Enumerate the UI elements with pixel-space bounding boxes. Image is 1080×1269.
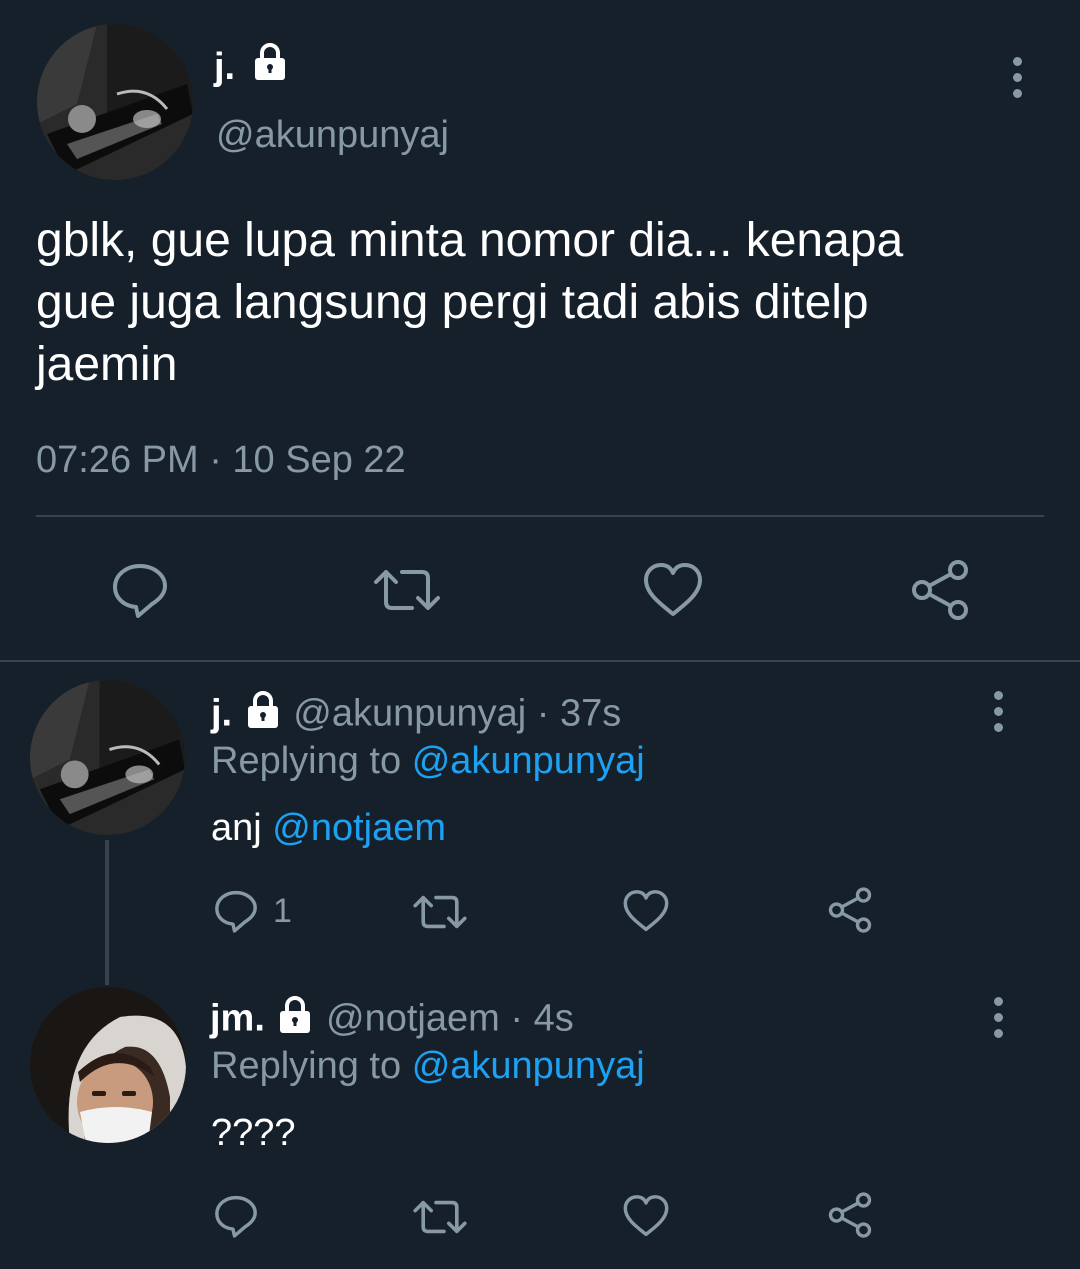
tweet-text: ???? <box>211 1110 296 1156</box>
handle[interactable]: @notjaem <box>326 998 500 1040</box>
time[interactable]: 37s <box>560 693 621 735</box>
timestamp[interactable]: 07:26 PM · 10 Sep 22 <box>36 436 406 484</box>
lock-icon <box>243 690 283 741</box>
reply-header: j. @akunpunyaj · 37s <box>211 690 621 741</box>
handle[interactable]: @akunpunyaj <box>216 112 449 158</box>
retweet-icon[interactable] <box>372 560 442 620</box>
avatar[interactable] <box>30 680 185 835</box>
replying-to: Replying to @akunpunyaj <box>211 1043 645 1089</box>
share-icon[interactable] <box>826 886 874 934</box>
avatar-image <box>30 987 186 1143</box>
time[interactable]: 4s <box>534 998 574 1040</box>
like-icon[interactable] <box>622 888 670 934</box>
tweet-text: gblk, gue lupa minta nomor dia... kenapa… <box>36 210 1046 396</box>
separator: · <box>536 692 550 735</box>
handle[interactable]: @akunpunyaj <box>293 693 526 735</box>
more-options-icon[interactable] <box>991 691 1005 732</box>
tweet-text-line: gblk, gue lupa minta nomor dia... kenapa <box>36 214 904 267</box>
share-icon[interactable] <box>908 558 972 622</box>
tweet-text-line: gue juga langsung pergi tadi abis ditelp <box>36 276 869 329</box>
avatar[interactable] <box>30 987 186 1143</box>
avatar-image <box>37 24 193 180</box>
like-icon[interactable] <box>622 1193 670 1239</box>
retweet-icon[interactable] <box>412 888 468 936</box>
like-icon[interactable] <box>642 560 704 620</box>
share-icon[interactable] <box>826 1191 874 1239</box>
replying-mention[interactable]: @akunpunyaj <box>412 740 645 782</box>
section-divider <box>0 660 1080 662</box>
avatar[interactable] <box>37 24 193 180</box>
more-options-icon[interactable] <box>991 997 1005 1038</box>
reply-icon[interactable] <box>213 1193 259 1239</box>
tweet-text: anj @notjaem <box>211 805 446 851</box>
reply-action[interactable]: 1 <box>213 888 292 934</box>
tweet-text-body: anj <box>211 807 262 849</box>
replying-mention[interactable]: @akunpunyaj <box>412 1045 645 1087</box>
display-name[interactable]: j. <box>211 693 232 735</box>
tweet-text-line: jaemin <box>36 338 178 391</box>
reply-icon[interactable] <box>213 888 259 934</box>
display-name[interactable]: j. <box>214 46 235 88</box>
divider <box>36 515 1044 517</box>
replying-label: Replying to <box>211 740 402 782</box>
avatar-image <box>30 680 185 835</box>
tweet-text-body: ???? <box>211 1112 296 1154</box>
lock-icon <box>250 42 290 95</box>
reply-icon[interactable] <box>110 560 170 620</box>
display-name-row[interactable]: j. <box>214 42 290 95</box>
reply-count: 1 <box>273 891 292 930</box>
reply-header: jm. @notjaem · 4s <box>210 995 574 1046</box>
display-name[interactable]: jm. <box>210 998 265 1040</box>
lock-icon <box>275 995 315 1046</box>
thread-line <box>105 840 109 985</box>
more-options-icon[interactable] <box>1010 57 1024 98</box>
replying-label: Replying to <box>211 1045 402 1087</box>
separator: · <box>510 997 524 1040</box>
replying-to: Replying to @akunpunyaj <box>211 738 645 784</box>
retweet-icon[interactable] <box>412 1193 468 1241</box>
mention[interactable]: @notjaem <box>272 807 446 849</box>
